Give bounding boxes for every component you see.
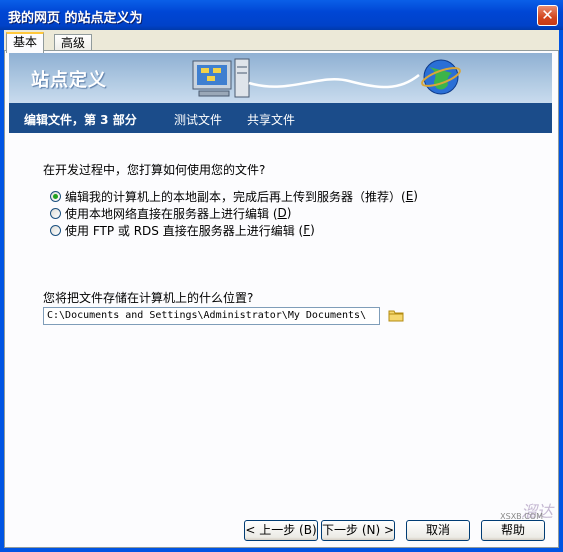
watermark-site: XSXB.COM	[500, 512, 543, 521]
option-label-end: )	[286, 206, 292, 220]
option-label-end: )	[413, 189, 418, 203]
option-label: 编辑我的计算机上的本地副本，完成后再上传到服务器（推荐）(	[65, 189, 406, 204]
question-location: 您将把文件存储在计算机上的什么位置?	[43, 291, 254, 305]
close-icon: ✕	[541, 6, 554, 24]
cancel-button[interactable]: 取消	[406, 520, 470, 541]
option-accesskey: E	[405, 189, 414, 203]
folder-icon[interactable]	[388, 308, 404, 322]
help-button[interactable]: 帮助	[481, 520, 545, 541]
globe-icon	[421, 59, 461, 95]
tab-basic[interactable]: 基本	[6, 32, 45, 53]
option-accesskey: D	[277, 206, 287, 220]
step-testing: 测试文件	[174, 113, 223, 127]
option-ftp-rds[interactable]: 使用 FTP 或 RDS 直接在服务器上进行编辑 (F)	[50, 222, 315, 238]
tab-strip: 基本 高级	[4, 32, 559, 53]
step-sharing: 共享文件	[247, 113, 296, 127]
dialog-client: 基本 高级 站点定义 编辑文件，第 3 部分 测试文件 共享文件 在开发过程中，…	[4, 30, 559, 548]
question-usage: 在开发过程中，您打算如何使用您的文件?	[43, 163, 266, 177]
radio-local-network[interactable]	[50, 207, 61, 219]
step-current: 编辑文件，第 3 部分	[24, 113, 137, 127]
radio-local-copy[interactable]	[50, 190, 61, 202]
option-label-end: )	[310, 223, 315, 237]
title-bar[interactable]: 我的网页 的站点定义为 ✕	[0, 0, 563, 30]
option-label: 使用 FTP 或 RDS 直接在服务器上进行编辑 (	[65, 223, 304, 238]
back-button[interactable]: < 上一步 (B)	[244, 520, 318, 541]
local-folder-input[interactable]: C:\Documents and Settings\Administrator\…	[43, 307, 380, 325]
close-button[interactable]: ✕	[537, 5, 558, 26]
option-local-network[interactable]: 使用本地网络直接在服务器上进行编辑 (D)	[50, 205, 291, 221]
dialog-window: 我的网页 的站点定义为 ✕ 基本 高级 站点定义 编辑文件，第 3 部分 测试文…	[0, 0, 563, 552]
banner-title: 站点定义	[31, 70, 107, 91]
window-title: 我的网页 的站点定义为	[8, 11, 143, 26]
wizard-banner: 站点定义	[9, 53, 552, 103]
option-label: 使用本地网络直接在服务器上进行编辑 (	[65, 206, 278, 221]
radio-ftp-rds[interactable]	[50, 224, 61, 236]
connection-line	[248, 74, 420, 89]
network-illustration	[192, 58, 461, 98]
wizard-steps-bar: 编辑文件，第 3 部分 测试文件 共享文件	[9, 103, 552, 133]
computer-icon	[192, 58, 250, 98]
tab-panel: 站点定义 编辑文件，第 3 部分 测试文件 共享文件 在开发过程中，您打算如何使…	[4, 50, 559, 548]
next-button[interactable]: 下一步 (N) >	[321, 520, 395, 541]
option-local-copy[interactable]: 编辑我的计算机上的本地副本，完成后再上传到服务器（推荐）(E)	[50, 188, 418, 204]
option-accesskey: F	[303, 223, 311, 237]
